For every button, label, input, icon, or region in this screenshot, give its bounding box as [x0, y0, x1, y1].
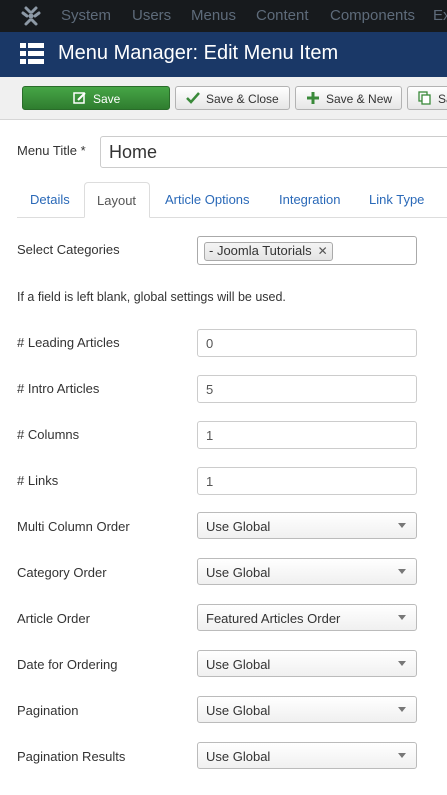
field-label: Article Order	[17, 611, 90, 626]
nav-extensions[interactable]: Ex	[433, 7, 447, 24]
field-label: # Links	[17, 473, 59, 488]
nav-menus[interactable]: Menus	[191, 7, 236, 24]
toolbar: Save Save & Close Save & New Sa	[0, 77, 447, 120]
field-label: Pagination Results	[17, 749, 126, 764]
save-button-label: Save	[93, 92, 121, 106]
check-icon	[186, 92, 200, 104]
field-value: Use Global	[206, 657, 271, 672]
field-label: Multi Column Order	[17, 519, 130, 534]
save-new-label: Save & New	[326, 92, 393, 106]
category-chip-label: - Joomla Tutorials	[209, 243, 312, 258]
field-value: 5	[206, 382, 214, 397]
tab-layout[interactable]: Layout	[84, 182, 150, 218]
tabs-divider	[17, 217, 447, 218]
tab-article-options[interactable]: Article Options	[152, 182, 262, 217]
save-close-button[interactable]: Save & Close	[175, 86, 290, 110]
nav-content[interactable]: Content	[256, 7, 309, 24]
field-value: 0	[206, 336, 214, 351]
field-label: Pagination	[17, 703, 79, 718]
save-close-label: Save & Close	[206, 92, 279, 106]
field-value: Use Global	[206, 703, 271, 718]
multi-column-order-select[interactable]: Use Global	[197, 512, 417, 539]
chevron-down-icon	[398, 753, 406, 758]
chevron-down-icon	[398, 569, 406, 574]
pagination-select[interactable]: Use Global	[197, 696, 417, 723]
tab-details-label: Details	[30, 192, 70, 207]
tab-layout-label: Layout	[97, 193, 137, 208]
field-value: 1	[206, 428, 214, 443]
menu-title-label: Menu Title *	[17, 143, 86, 158]
page-header: Menu Manager: Edit Menu Item	[0, 32, 447, 77]
save-button[interactable]: Save	[22, 86, 170, 110]
save-copy-button[interactable]: Sa	[407, 86, 447, 110]
list-menu-icon	[20, 43, 44, 64]
category-chip: - Joomla Tutorials ✕	[204, 242, 333, 261]
edit-icon	[73, 92, 86, 104]
chevron-down-icon	[398, 661, 406, 666]
tab-details[interactable]: Details	[17, 182, 81, 217]
columns-input[interactable]: 1	[197, 421, 417, 449]
field-value: 1	[206, 474, 214, 489]
pagination-results-select[interactable]: Use Global	[197, 742, 417, 769]
tab-link-type-label: Link Type	[369, 192, 425, 207]
plus-icon	[307, 92, 319, 104]
nav-components[interactable]: Components	[330, 7, 415, 24]
article-order-select[interactable]: Featured Articles Order	[197, 604, 417, 631]
field-label: # Intro Articles	[17, 381, 100, 396]
global-settings-note: If a field is left blank, global setting…	[17, 290, 286, 304]
field-label: Date for Ordering	[17, 657, 118, 672]
links-input[interactable]: 1	[197, 467, 417, 495]
field-label: # Columns	[17, 427, 80, 442]
leading-articles-input[interactable]: 0	[197, 329, 417, 357]
intro-articles-input[interactable]: 5	[197, 375, 417, 403]
field-value: Use Global	[206, 519, 271, 534]
menu-title-value: Home	[109, 142, 158, 162]
chevron-down-icon	[398, 707, 406, 712]
page-title: Menu Manager: Edit Menu Item	[58, 42, 339, 64]
tab-integration-label: Integration	[279, 192, 341, 207]
tab-article-options-label: Article Options	[165, 192, 250, 207]
tab-link-type[interactable]: Link Type	[356, 182, 447, 217]
chevron-down-icon	[398, 615, 406, 620]
save-new-button[interactable]: Save & New	[295, 86, 402, 110]
chevron-down-icon	[398, 523, 406, 528]
top-nav: System Users Menus Content Components Ex	[0, 0, 447, 32]
menu-title-input[interactable]: Home	[100, 136, 447, 168]
remove-chip-icon[interactable]: ✕	[318, 244, 328, 258]
nav-users[interactable]: Users	[132, 7, 171, 24]
save-copy-label: Sa	[438, 92, 447, 106]
copy-icon	[418, 91, 431, 105]
category-order-select[interactable]: Use Global	[197, 558, 417, 585]
field-label: Category Order	[17, 565, 107, 580]
field-value: Featured Articles Order	[206, 611, 341, 626]
date-for-ordering-select[interactable]: Use Global	[197, 650, 417, 677]
select-categories-label: Select Categories	[17, 242, 120, 257]
select-categories-field[interactable]: - Joomla Tutorials ✕	[197, 236, 417, 265]
field-label: # Leading Articles	[17, 335, 120, 350]
joomla-logo-icon[interactable]	[20, 5, 42, 27]
field-value: Use Global	[206, 565, 271, 580]
tab-integration[interactable]: Integration	[266, 182, 356, 217]
field-value: Use Global	[206, 749, 271, 764]
nav-system[interactable]: System	[61, 7, 111, 24]
